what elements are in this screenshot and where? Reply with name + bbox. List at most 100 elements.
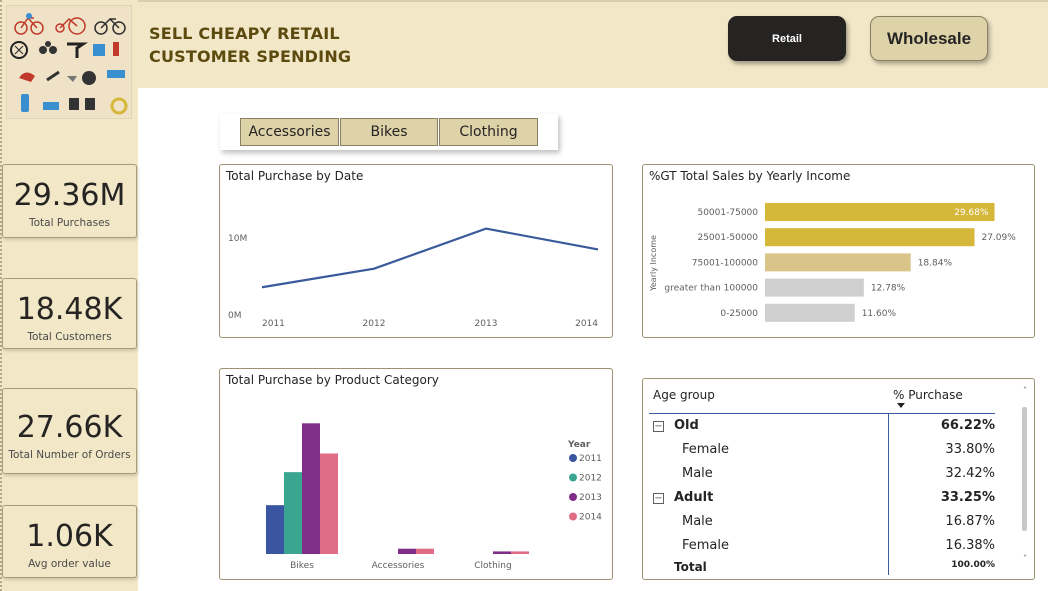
matrix-group-row[interactable]: − Adult 33.25%	[649, 488, 995, 510]
matrix-group-row[interactable]: − Old 66.22%	[649, 416, 995, 438]
kpi-card-total-customers: 18.48K Total Customers	[2, 278, 137, 349]
x-tick-label: 2012	[363, 319, 386, 329]
product-category-slicer: Accessories Bikes Clothing	[220, 114, 558, 150]
scroll-down-icon[interactable]: ˅	[1021, 555, 1029, 563]
kpi-card-total-orders: 27.66K Total Number of Orders	[2, 388, 137, 474]
column-bar	[416, 548, 434, 554]
kpi-label: Total Number of Orders	[8, 449, 131, 461]
report-title-line-2: CUSTOMER SPENDING	[149, 47, 352, 66]
data-label: 29.68%	[954, 208, 989, 218]
column-bar	[320, 453, 338, 554]
category-label: 50001-75000	[697, 208, 758, 218]
row-value: 33.25%	[940, 490, 995, 505]
scrollbar-thumb[interactable]	[1022, 407, 1027, 531]
total-label: Total	[674, 560, 707, 574]
data-label: 27.09%	[981, 233, 1016, 243]
slicer-item-accessories[interactable]: Accessories	[240, 118, 339, 146]
x-tick-label: Clothing	[474, 561, 511, 571]
y-tick-label: 0M	[228, 311, 242, 321]
bike-and-accessories-collage-icon	[6, 5, 132, 119]
category-label: 0-25000	[720, 309, 758, 319]
matrix-scrollbar[interactable]: ˄ ˅	[1021, 387, 1029, 567]
panel-purchase-by-product-category: Total Purchase by Product Category Bikes…	[219, 368, 613, 580]
matrix-total-row: Total 100.00%	[649, 558, 995, 580]
category-label: greater than 100000	[664, 284, 758, 294]
y-tick-label: 10M	[228, 234, 247, 244]
report-title-line-1: SELL CHEAPY RETAIL	[149, 24, 340, 43]
column-bar	[398, 548, 416, 554]
report-title: SELL CHEAPY RETAIL CUSTOMER SPENDING	[149, 22, 351, 68]
matrix-header-percent-purchase[interactable]: % Purchase	[893, 388, 963, 402]
row-value: 32.42%	[945, 466, 995, 481]
panel-sales-by-yearly-income: %GT Total Sales by Yearly Income Yearly …	[642, 164, 1035, 338]
scroll-up-icon[interactable]: ˄	[1021, 387, 1029, 395]
y-axis-title: Yearly Income	[649, 235, 658, 292]
data-label: 11.60%	[862, 309, 897, 319]
income-bar	[765, 228, 975, 247]
sort-descending-icon[interactable]	[897, 403, 905, 408]
total-value: 100.00%	[951, 560, 995, 570]
x-tick-label: Accessories	[372, 561, 425, 571]
column-bar	[302, 423, 320, 554]
legend-title: Year	[567, 440, 591, 450]
column-bar	[493, 551, 511, 554]
kpi-value: 1.06K	[26, 519, 113, 554]
matrix-detail-row: Female 16.38%	[649, 536, 995, 558]
horizontal-bar-chart: Yearly Income 50001-75000 29.68% 25001-5000…	[649, 203, 1016, 322]
row-value: 33.80%	[945, 442, 995, 457]
kpi-card-avg-order-value: 1.06K Avg order value	[2, 505, 137, 578]
wholesale-button[interactable]: Wholesale	[870, 16, 988, 61]
category-label: 75001-100000	[692, 258, 759, 268]
matrix-detail-row: Male 16.87%	[649, 512, 995, 534]
x-tick-label: 2011	[262, 319, 285, 329]
row-value: 16.38%	[945, 538, 995, 553]
legend-label: 2011	[579, 454, 602, 464]
report-canvas: SELL CHEAPY RETAIL CUSTOMER SPENDING Ret…	[0, 0, 1048, 591]
row-value: 66.22%	[940, 418, 995, 433]
kpi-label: Total Customers	[27, 331, 112, 343]
column-bar	[284, 472, 302, 554]
purchase-line	[261, 227, 599, 289]
kpi-value: 29.36M	[13, 178, 126, 213]
legend-marker	[569, 473, 577, 482]
data-label: 18.84%	[918, 258, 953, 268]
income-bar	[765, 253, 911, 272]
data-label: 12.78%	[871, 284, 906, 294]
row-label: Male	[682, 466, 713, 481]
legend-label: 2013	[579, 493, 602, 503]
matrix-body: − Old 66.22% Female 33.80% Male 32.42% − Adult 33…	[649, 415, 995, 575]
x-tick-label: 2014	[575, 319, 598, 329]
legend-marker	[569, 493, 577, 501]
row-label: Female	[682, 442, 730, 457]
matrix-header-age-group[interactable]: Age group	[653, 388, 715, 402]
collapse-icon[interactable]: −	[653, 421, 664, 432]
kpi-value: 27.66K	[16, 410, 123, 445]
line-chart: 0M 10M 2011 2012 2013 2014	[228, 227, 599, 329]
row-value: 16.87%	[945, 514, 995, 529]
panel-total-purchase-by-date: Total Purchase by Date 0M 10M 2011 2012 2013…	[219, 164, 613, 338]
category-label: 25001-50000	[697, 233, 758, 243]
header-divider	[649, 413, 995, 414]
kpi-label: Total Purchases	[28, 217, 110, 229]
income-bar	[765, 278, 864, 297]
legend-marker	[569, 512, 577, 521]
kpi-card-total-purchases: 29.36M Total Purchases	[2, 164, 137, 238]
matrix-detail-row: Male 32.42%	[649, 464, 995, 486]
income-bar	[765, 303, 855, 322]
row-label: Male	[682, 514, 713, 529]
column-chart: Bikes Accessories Clothing Year 2011 2012 2013…	[266, 423, 602, 571]
slicer-item-bikes[interactable]: Bikes	[340, 118, 438, 146]
legend-label: 2014	[579, 513, 602, 523]
row-label: Adult	[674, 490, 714, 505]
retail-button[interactable]: Retail	[728, 16, 846, 61]
collapse-icon[interactable]: −	[653, 493, 664, 504]
row-label: Female	[682, 538, 730, 553]
kpi-value: 18.48K	[16, 292, 123, 327]
row-label: Old	[674, 418, 699, 433]
x-tick-label: Bikes	[290, 561, 314, 571]
legend-marker	[569, 454, 577, 462]
column-bar	[266, 505, 284, 554]
slicer-item-clothing[interactable]: Clothing	[439, 118, 538, 146]
column-bar	[511, 551, 529, 554]
panel-age-group-matrix: Age group % Purchase − Old 66.22% Female 33.…	[642, 378, 1035, 580]
